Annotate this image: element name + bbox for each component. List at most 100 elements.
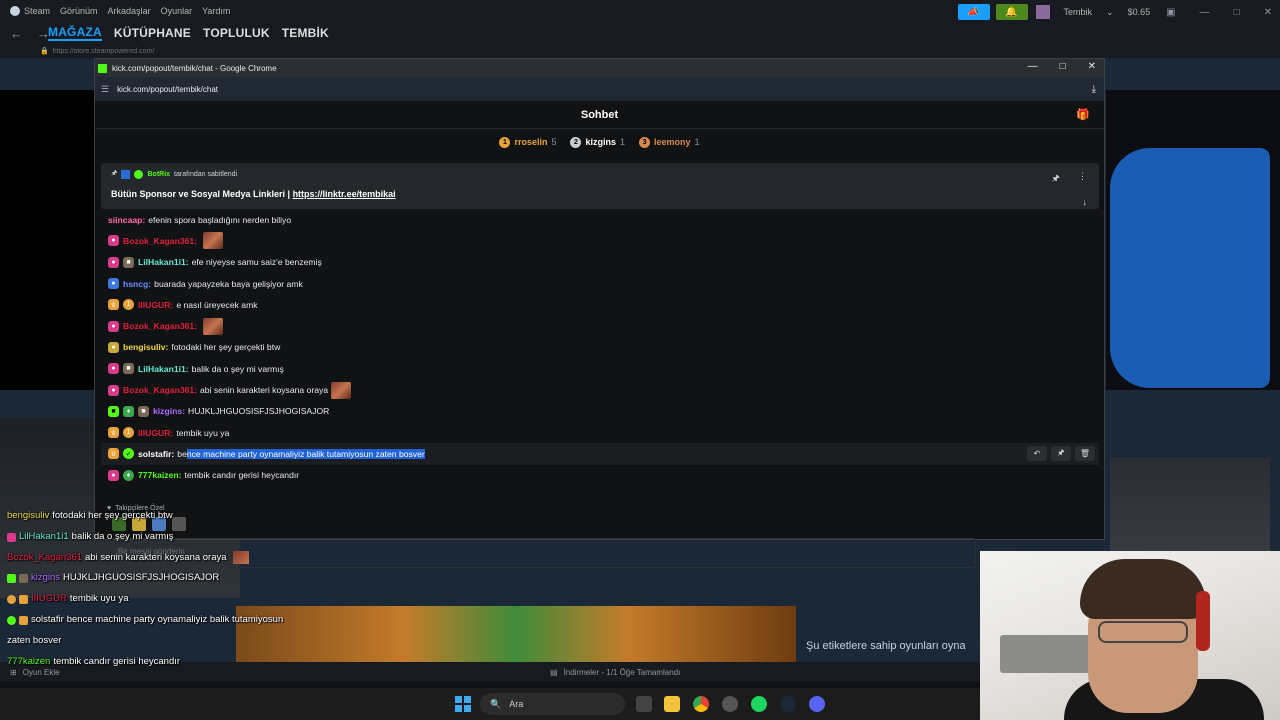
close-icon[interactable]: ✕ — [1264, 7, 1272, 18]
stream-chat-overlay: bengisuliv fotodaki her şey gerçekti btw… — [0, 506, 330, 672]
leaderboard: 1 rroselin 5 2 kizgins 1 3 leemony 1 — [95, 129, 1104, 155]
leaderboard-entry[interactable]: 3 leemony 1 — [639, 136, 700, 148]
discord-icon[interactable] — [809, 696, 825, 712]
username[interactable]: Bozok_Kagan361: — [123, 321, 197, 331]
username[interactable]: siincaap: — [108, 215, 145, 225]
notification-icon[interactable]: 🔔 — [995, 4, 1028, 20]
username[interactable]: IIIUGUR: — [138, 300, 173, 310]
overlay-text: abi senin karakteri koysana oraya — [85, 551, 227, 563]
gift-icon[interactable]: 🎁 — [1076, 108, 1090, 121]
steam-icon[interactable] — [780, 696, 796, 712]
username[interactable]: LilHakan1i1: — [138, 257, 189, 267]
username[interactable]: IIIUGUR: — [138, 428, 173, 438]
bot-badge-icon — [121, 170, 131, 179]
tab-community[interactable]: TOPLULUK — [203, 26, 270, 40]
back-arrow-icon[interactable]: ← — [10, 26, 23, 41]
overlay-username: Bozok_Kagan361 — [7, 551, 83, 563]
subscriber-badge-icon: ● — [108, 469, 119, 481]
message-text: buarada yapayzeka baya gelişiyor amk — [154, 278, 303, 289]
verified-badge-icon: ✓ — [123, 448, 134, 460]
windows-start-icon[interactable] — [455, 696, 471, 712]
announcement-icon[interactable]: 📣 — [957, 4, 990, 20]
tab-profile[interactable]: TEMBİK — [282, 26, 329, 40]
maximize-icon[interactable]: □ — [1060, 61, 1066, 72]
download-icon[interactable]: ⤓ — [1092, 84, 1096, 95]
username[interactable]: Bozok_Kagan361: — [123, 236, 197, 246]
maximize-icon[interactable]: □ — [1234, 7, 1240, 18]
downloads-status[interactable]: ▤ İndirmeler - 1/1 Öğe Tamamlandı — [550, 668, 680, 677]
task-view-icon[interactable] — [636, 696, 652, 712]
chat-message[interactable]: ● hsncg: buarada yapayzeka baya gelişiyo… — [101, 273, 1099, 294]
chat-message[interactable]: ● Bozok_Kagan361: — [101, 315, 1099, 336]
overlay-message: solstafir bence machine party oynamaliyi… — [0, 610, 330, 631]
site-settings-icon[interactable]: ☰ — [101, 84, 109, 95]
leaderboard-entry[interactable]: 2 kizgins 1 — [570, 136, 625, 148]
tab-store[interactable]: MAĞAZA — [48, 25, 102, 41]
leader-count: 1 — [694, 137, 700, 147]
username[interactable]: bengisuliv: — [123, 342, 168, 352]
tab-library[interactable]: KÜTÜPHANE — [114, 26, 191, 40]
file-explorer-icon[interactable] — [664, 696, 680, 712]
expand-down-icon[interactable]: ↓ — [1083, 197, 1088, 207]
badge-icon — [19, 615, 28, 625]
chat-message[interactable]: ♕ ✓ solstafir: be nce machine party oynam… — [101, 443, 1099, 465]
chat-message[interactable]: ● ■ LilHakan1i1: efe niyeyse samu saiz'e… — [101, 252, 1099, 273]
avatar — [1035, 5, 1050, 19]
chat-message[interactable]: ● ♦ 777kaizen: tembik candır gerisi heyc… — [101, 465, 1099, 486]
subscriber-badge-icon: ● — [108, 384, 119, 396]
overlay-text: balik da o şey mi varmış — [71, 530, 174, 542]
overlay-message: bengisuliv fotodaki her şey gerçekti btw — [0, 506, 330, 527]
username[interactable]: 777kaizen: — [138, 470, 181, 480]
store-banner-image — [1110, 148, 1270, 388]
chat-message[interactable]: ● ■ LilHakan1i1: balik da o şey mi varmı… — [101, 358, 1099, 379]
leaderboard-entry[interactable]: 1 rroselin 5 — [499, 136, 556, 148]
reply-icon[interactable]: ↶ — [1027, 446, 1047, 462]
steam-url-bar: 🔒 https://store.steampowered.com/ — [0, 44, 1280, 58]
unpin-icon[interactable]: 🖈 — [1052, 171, 1060, 187]
chat-message[interactable]: ♕ 1 IIIUGUR: tembik uyu ya — [101, 422, 1099, 443]
message-text: tembik candır gerisi heycandır — [184, 470, 300, 481]
emote-image — [203, 317, 224, 335]
overlay-message: 777kaizen tembik candır gerisi heycandır — [0, 652, 330, 673]
overlay-text: tembik candır gerisi heycandır — [53, 655, 181, 667]
kick-logo-icon — [98, 63, 107, 73]
pinned-by[interactable]: BotRix — [147, 171, 170, 178]
overlay-message: IIIUGUR tembik uyu ya — [0, 589, 330, 610]
username[interactable]: hsncg: — [123, 279, 151, 289]
menu-games[interactable]: Oyunlar — [161, 6, 193, 16]
taskbar-search[interactable]: 🔍 Ara — [480, 693, 625, 715]
chat-message[interactable]: ● bengisuliv: fotodaki her şey gerçekti … — [101, 337, 1099, 358]
more-options-icon[interactable]: ⋮ — [1078, 171, 1087, 187]
username[interactable]: kizgins: — [153, 406, 185, 416]
pinned-link[interactable]: https://linktr.ee/tembikai — [293, 189, 396, 199]
chat-message[interactable]: ■ ♦ ■ kizgins: HUJKLJHGUOSISFJSJHOGISAJO… — [101, 401, 1099, 422]
chat-message[interactable]: ♕ 1 IIIUGUR: e nasıl üreyecek amk — [101, 294, 1099, 315]
user-name: Tembik — [1063, 7, 1093, 17]
user-menu[interactable]: Tembik ⌄ $0.65 — [1035, 5, 1150, 19]
url-text[interactable]: kick.com/popout/tembik/chat — [117, 85, 218, 94]
username[interactable]: LilHakan1i1: — [138, 364, 189, 374]
minimize-icon[interactable]: — — [1028, 61, 1038, 72]
menu-help[interactable]: Yardım — [202, 6, 230, 16]
obs-icon[interactable] — [722, 696, 738, 712]
spotify-icon[interactable] — [751, 696, 767, 712]
badge-icon — [19, 595, 28, 605]
menu-friends[interactable]: Arkadaşlar — [108, 6, 151, 16]
chat-message[interactable]: ● Bozok_Kagan361: — [101, 230, 1099, 251]
menu-view[interactable]: Görünüm — [60, 6, 98, 16]
minimize-icon[interactable]: — — [1200, 7, 1210, 18]
steam-url[interactable]: https://store.steampowered.com/ — [53, 48, 155, 55]
menu-steam[interactable]: Steam — [24, 6, 50, 16]
pin-icon[interactable]: 🖈 — [1051, 446, 1071, 462]
chat-message[interactable]: ● Bozok_Kagan361: abi senin karakteri ko… — [101, 379, 1099, 400]
screen-icon[interactable]: ▣ — [1166, 7, 1175, 18]
delete-icon[interactable]: 🗑 — [1075, 446, 1095, 462]
close-icon[interactable]: ✕ — [1088, 61, 1096, 72]
chrome-icon[interactable] — [693, 696, 709, 712]
username[interactable]: Bozok_Kagan361: — [123, 385, 197, 395]
overlay-username: 777kaizen — [7, 655, 51, 667]
chat-message[interactable]: siincaap: efenin spora başladığını nerde… — [101, 209, 1099, 230]
steam-menu-bar: Steam Görünüm Arkadaşlar Oyunlar Yardım … — [0, 0, 1280, 22]
rank-badge: 3 — [639, 136, 651, 148]
username[interactable]: solstafir: — [138, 449, 174, 459]
